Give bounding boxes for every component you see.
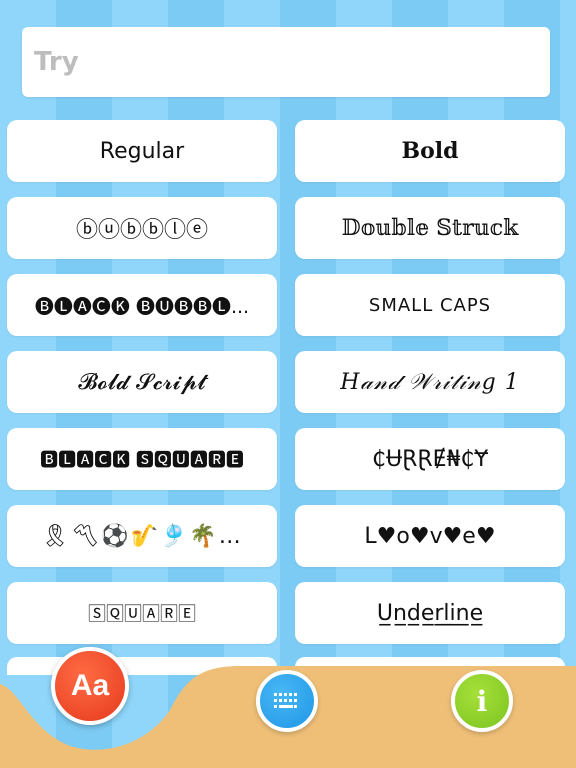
style-button-currency[interactable]: ₵ɄⱤⱤɆ₦₵Ɏ bbox=[295, 428, 565, 490]
style-button-handwriting[interactable]: 𝐻𝒶𝓃𝒹 𝒲𝓇𝒾𝓉𝒾𝓃𝑔 1 bbox=[295, 351, 565, 413]
info-icon: i bbox=[476, 684, 488, 718]
style-label-double-struck: 𝔻𝕠𝕦𝕓𝕝𝕖 𝕊𝕥𝕣𝕦𝕔𝕜 bbox=[341, 215, 519, 241]
keyboard-tab-button[interactable] bbox=[256, 670, 318, 732]
try-text-field[interactable] bbox=[22, 27, 550, 97]
style-label-black-square: 🅱🅻🅰🅲🅺 🆂🆀🆄🅰🆁🅴 bbox=[40, 450, 244, 471]
style-label-underline: U̲n̲d̲e̲r̲l̲i̲n̲e̲ bbox=[376, 600, 484, 626]
style-label-square: 🅂🅀🅄🄰🅁🄴 bbox=[88, 604, 196, 625]
style-label-emoji: 🎗〽⚽🎷🎐🌴… bbox=[41, 523, 243, 549]
style-button-emoji[interactable]: 🎗〽⚽🎷🎐🌴… bbox=[7, 505, 277, 567]
keyboard-icon bbox=[274, 693, 297, 708]
style-button-bold-script[interactable]: 𝓑𝓸𝓵𝓭 𝓢𝓬𝓻𝓲𝓹𝓽 bbox=[7, 351, 277, 413]
style-label-bold-script: 𝓑𝓸𝓵𝓭 𝓢𝓬𝓻𝓲𝓹𝓽 bbox=[78, 369, 206, 395]
style-button-black-bubble[interactable]: 🅑🅛🅐🅒🅚 🅑🅤🅑🅑🅛... bbox=[7, 274, 277, 336]
style-button-regular[interactable]: Regular bbox=[7, 120, 277, 182]
style-label-handwriting: 𝐻𝒶𝓃𝒹 𝒲𝓇𝒾𝓉𝒾𝓃𝑔 1 bbox=[340, 369, 520, 395]
style-label-black-bubble: 🅑🅛🅐🅒🅚 🅑🅤🅑🅑🅛... bbox=[34, 295, 250, 318]
style-button-square[interactable]: 🅂🅀🅄🄰🅁🄴 bbox=[7, 582, 277, 644]
style-label-bubble: ⓑⓤⓑⓑⓛⓔ bbox=[75, 218, 208, 243]
style-label-regular: Regular bbox=[99, 138, 185, 164]
style-button-small-caps[interactable]: SMALL CAPS bbox=[295, 274, 565, 336]
style-label-bold: Bold bbox=[401, 138, 459, 164]
info-tab-button[interactable]: i bbox=[451, 670, 513, 732]
style-button-double-struck[interactable]: 𝔻𝕠𝕦𝕓𝕝𝕖 𝕊𝕥𝕣𝕦𝕔𝕜 bbox=[295, 197, 565, 259]
fonts-tab-button[interactable]: Aa bbox=[51, 647, 129, 725]
style-label-currency: ₵ɄⱤⱤɆ₦₵Ɏ bbox=[371, 446, 488, 472]
style-button-underline[interactable]: U̲n̲d̲e̲r̲l̲i̲n̲e̲ bbox=[295, 582, 565, 644]
style-button-bubble[interactable]: ⓑⓤⓑⓑⓛⓔ bbox=[7, 197, 277, 259]
style-label-small-caps: SMALL CAPS bbox=[368, 294, 492, 316]
style-label-love: L♥o♥v♥e♥ bbox=[364, 523, 496, 549]
style-button-black-square[interactable]: 🅱🅻🅰🅲🅺 🆂🆀🆄🅰🆁🅴 bbox=[7, 428, 277, 490]
try-input[interactable] bbox=[22, 27, 550, 97]
style-button-love[interactable]: L♥o♥v♥e♥ bbox=[295, 505, 565, 567]
fonts-tab-label: Aa bbox=[70, 669, 110, 702]
style-button-bold[interactable]: Bold bbox=[295, 120, 565, 182]
